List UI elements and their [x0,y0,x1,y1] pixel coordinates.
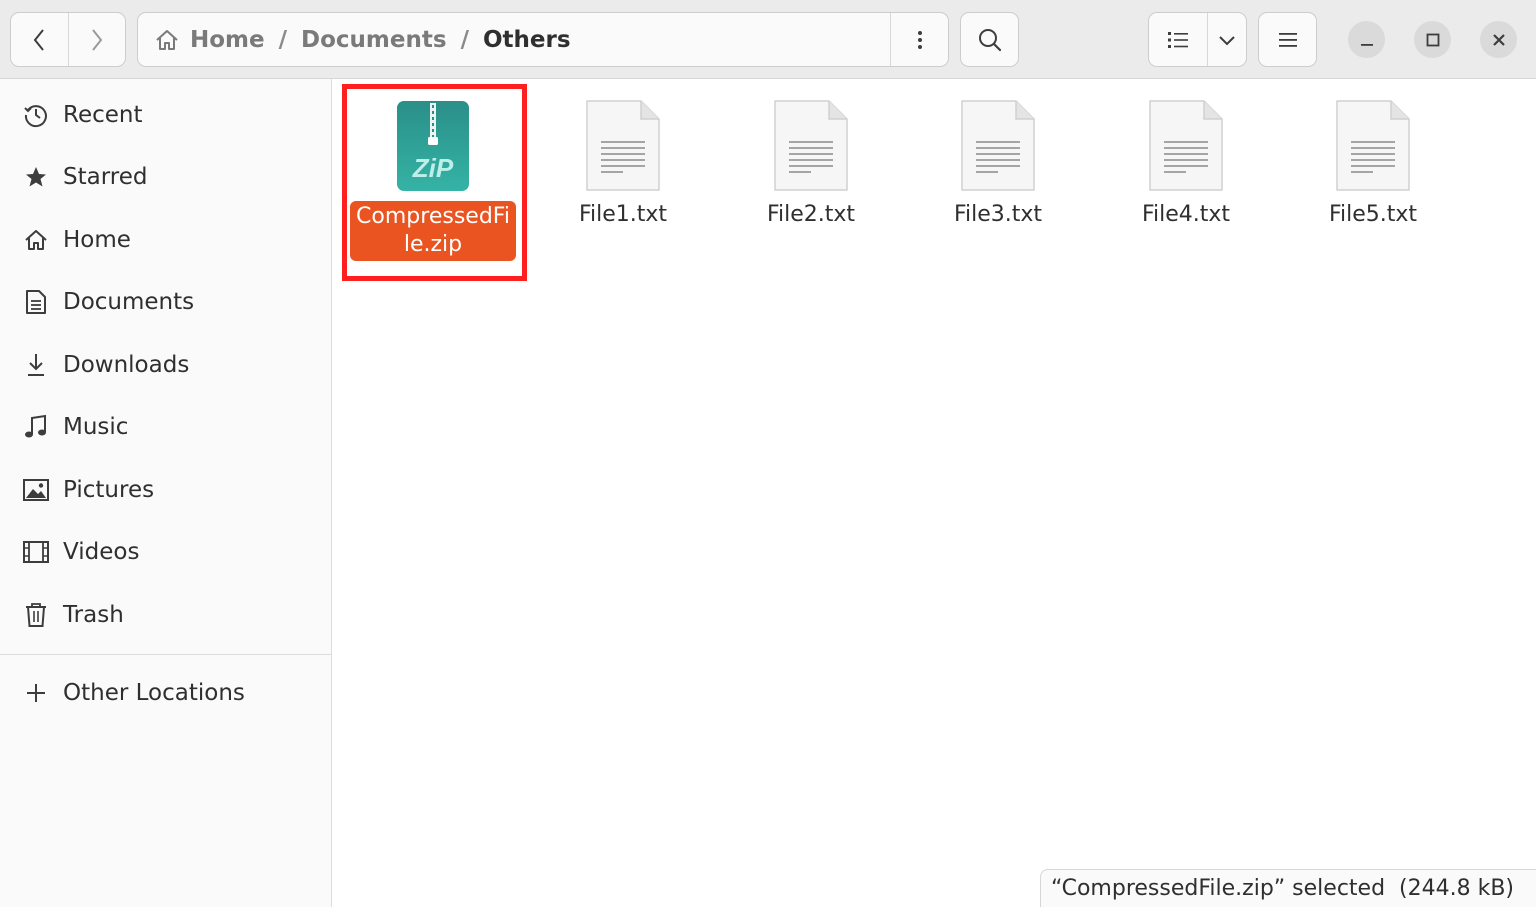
trash-icon [22,601,50,629]
sidebar-item-label: Starred [63,164,148,190]
sidebar-item-other-locations[interactable]: Other Locations [0,665,331,721]
picture-icon [22,476,50,504]
file-view: ZiP CompressedFile.zip File1.txt File2.t… [333,80,1536,907]
breadcrumb-separator: / [278,26,288,53]
breadcrumb-documents[interactable]: Documents [301,27,447,53]
path-menu-button[interactable] [890,13,948,66]
sidebar-item-downloads[interactable]: Downloads [0,337,331,393]
hamburger-icon [1278,32,1297,47]
file-name: File5.txt [1328,202,1418,227]
file-manager-window: Home / Documents / Others Recent Starred… [0,0,1536,907]
maximize-button[interactable] [1414,21,1451,58]
breadcrumb-documents-label: Documents [301,26,447,53]
home-icon [156,29,178,50]
text-file-icon [1325,96,1421,196]
sidebar-item-trash[interactable]: Trash [0,587,331,643]
minimize-button[interactable] [1348,21,1385,58]
sidebar-divider [0,654,331,655]
file-item-compressedfile-zip[interactable]: ZiP CompressedFile.zip [348,96,518,261]
text-file-icon [1138,96,1234,196]
file-name: File2.txt [766,202,856,227]
file-item-file2-txt[interactable]: File2.txt [726,96,896,229]
main-menu-button[interactable] [1258,12,1317,67]
file-name: File4.txt [1141,202,1231,227]
path-bar: Home / Documents / Others [137,12,949,67]
navigation-buttons [10,12,126,67]
search-icon [978,28,1001,51]
breadcrumb-others-label: Others [482,26,571,53]
sidebar-item-label: Downloads [63,352,190,378]
selection-status-text: “CompressedFile.zip” selected (244.8 kB) [1051,876,1514,901]
home-icon [22,226,50,254]
chevron-right-icon [91,28,103,51]
document-icon [22,288,50,316]
close-button[interactable] [1480,21,1517,58]
sidebar-item-label: Other Locations [63,680,245,706]
sidebar-item-starred[interactable]: Starred [0,149,331,205]
status-bar: “CompressedFile.zip” selected (244.8 kB) [1040,869,1536,907]
star-icon [22,163,50,191]
file-item-file5-txt[interactable]: File5.txt [1288,96,1458,229]
sidebar-item-label: Home [63,227,131,253]
zip-icon-label: ZiP [412,152,454,183]
zip-archive-icon: ZiP [385,96,481,196]
sidebar-item-label: Recent [63,102,143,128]
text-file-icon [575,96,671,196]
list-view-icon [1168,31,1188,48]
sidebar-item-label: Pictures [63,477,155,503]
chevron-left-icon [33,28,45,51]
sidebar-item-label: Documents [63,289,195,315]
forward-button[interactable] [67,13,126,66]
close-icon [1492,33,1505,46]
sidebar-item-label: Trash [63,602,124,628]
breadcrumb-home[interactable]: Home [154,27,265,53]
clock-icon [22,101,50,129]
maximize-icon [1426,33,1439,46]
back-button[interactable] [11,13,68,66]
breadcrumb-home-label: Home [190,26,265,53]
breadcrumb-separator: / [460,26,469,53]
file-item-file3-txt[interactable]: File3.txt [913,96,1083,229]
header-bar: Home / Documents / Others [0,0,1536,79]
view-options-dropdown[interactable] [1207,13,1246,66]
sidebar-item-recent[interactable]: Recent [0,87,331,143]
sidebar-item-label: Music [63,414,129,440]
file-name: CompressedFile.zip [350,201,516,261]
text-file-icon [763,96,859,196]
file-name: File1.txt [578,202,668,227]
breadcrumb-others[interactable]: Others [483,27,571,53]
download-icon [22,351,50,379]
vertical-dots-icon [917,30,922,49]
sidebar-item-home[interactable]: Home [0,212,331,268]
file-item-file4-txt[interactable]: File4.txt [1101,96,1271,229]
plus-icon [22,679,50,707]
search-button[interactable] [960,12,1019,67]
file-name: File3.txt [953,202,1043,227]
sidebar-item-pictures[interactable]: Pictures [0,462,331,518]
film-icon [22,538,50,566]
sidebar-item-videos[interactable]: Videos [0,524,331,580]
music-note-icon [22,413,50,441]
sidebar-item-label: Videos [63,539,140,565]
sidebar-item-documents[interactable]: Documents [0,274,331,330]
sidebar: Recent Starred Home Documents Downloads [0,79,332,907]
view-toggle-group [1148,12,1247,67]
minimize-icon [1360,43,1373,46]
file-item-file1-txt[interactable]: File1.txt [538,96,708,229]
text-file-icon [950,96,1046,196]
sidebar-item-music[interactable]: Music [0,399,331,455]
chevron-down-icon [1219,35,1235,45]
list-view-button[interactable] [1149,13,1207,66]
